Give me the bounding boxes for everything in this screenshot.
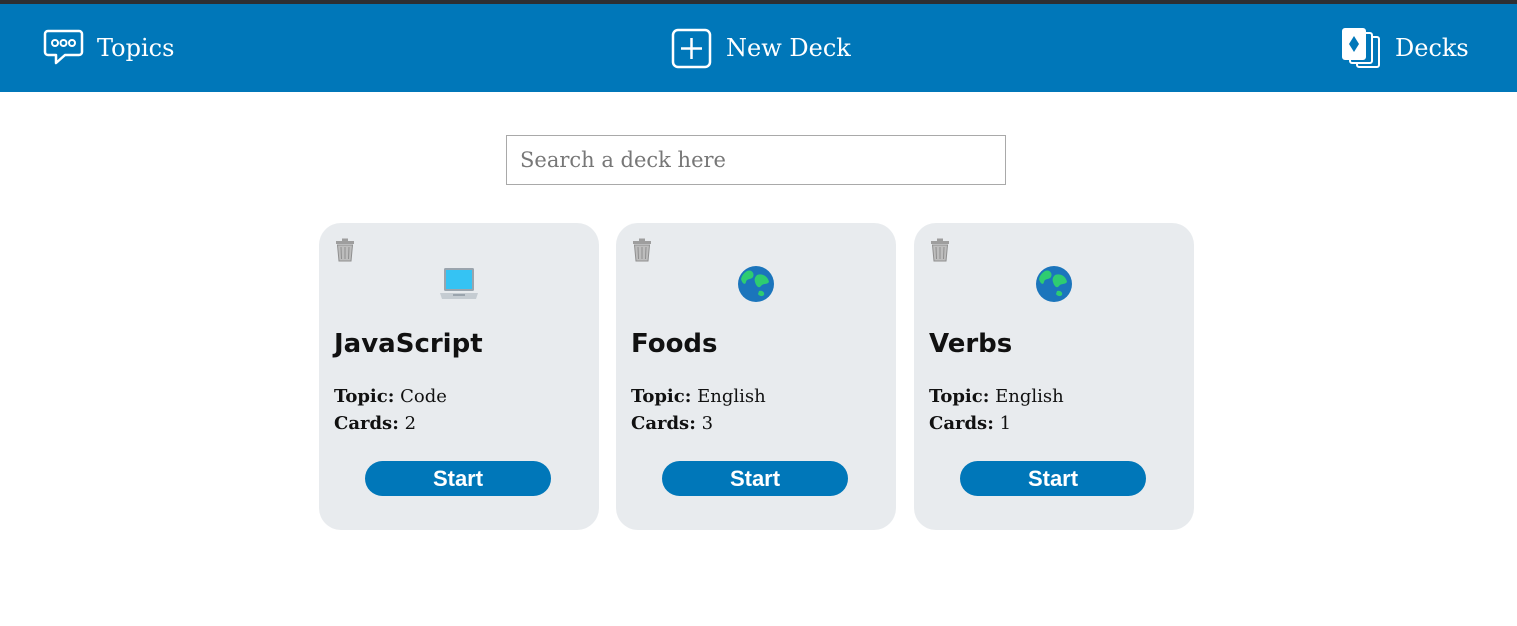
trash-icon[interactable] <box>929 238 951 262</box>
topic-value: Code <box>400 386 447 407</box>
nav-decks[interactable]: Decks <box>1341 4 1469 92</box>
laptop-icon <box>319 263 599 305</box>
trash-icon[interactable] <box>334 238 356 262</box>
deck-title: JavaScript <box>334 329 483 359</box>
topic-label: Topic: <box>929 386 990 407</box>
deck-card-count: Cards: 2 <box>334 413 416 434</box>
plus-square-icon <box>671 28 712 68</box>
topic-value: English <box>995 386 1064 407</box>
cards-value: 1 <box>999 413 1012 434</box>
start-button[interactable]: Start <box>960 461 1146 496</box>
deck-card: Foods Topic: English Cards: 3 Start <box>616 223 896 530</box>
search-input[interactable] <box>506 135 1006 185</box>
topic-label: Topic: <box>631 386 692 407</box>
deck-card-count: Cards: 1 <box>929 413 1011 434</box>
cards-icon <box>1342 28 1380 68</box>
globe-icon <box>616 263 896 305</box>
deck-title: Verbs <box>929 329 1013 359</box>
cards-label: Cards: <box>929 413 994 434</box>
navbar: Topics New Deck Decks <box>0 4 1517 92</box>
nav-new-deck[interactable]: New Deck <box>671 4 851 92</box>
topic-value: English <box>697 386 766 407</box>
globe-icon <box>914 263 1194 305</box>
deck-topic: Topic: English <box>929 386 1064 407</box>
deck-topic: Topic: Code <box>334 386 447 407</box>
nav-topics-label: Topics <box>97 34 175 62</box>
cards-label: Cards: <box>631 413 696 434</box>
nav-topics[interactable]: Topics <box>43 4 174 92</box>
cards-value: 3 <box>701 413 714 434</box>
start-button[interactable]: Start <box>662 461 848 496</box>
chat-bubble-icon <box>43 29 84 65</box>
start-button[interactable]: Start <box>365 461 551 496</box>
nav-decks-label: Decks <box>1395 34 1469 62</box>
trash-icon[interactable] <box>631 238 653 262</box>
deck-topic: Topic: English <box>631 386 766 407</box>
deck-title: Foods <box>631 329 718 359</box>
deck-card: Verbs Topic: English Cards: 1 Start <box>914 223 1194 530</box>
topic-label: Topic: <box>334 386 395 407</box>
deck-card: JavaScript Topic: Code Cards: 2 Start <box>319 223 599 530</box>
cards-value: 2 <box>404 413 417 434</box>
deck-card-count: Cards: 3 <box>631 413 713 434</box>
cards-label: Cards: <box>334 413 399 434</box>
nav-new-deck-label: New Deck <box>726 34 851 62</box>
